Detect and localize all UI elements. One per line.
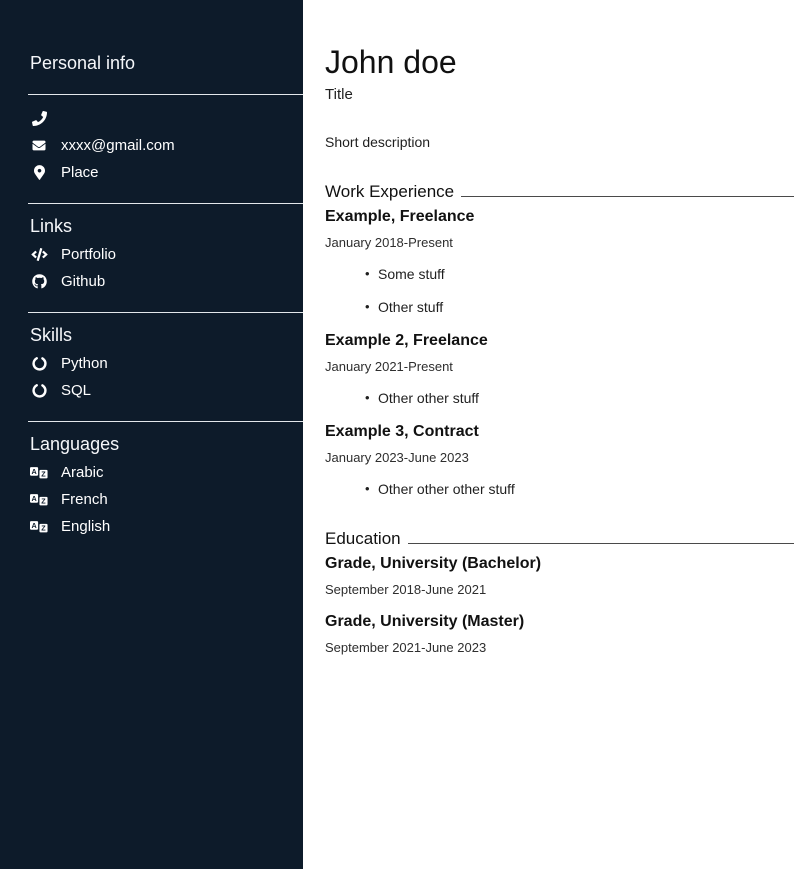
sidebar-item-label: xxxx@gmail.com xyxy=(61,132,175,159)
sidebar-heading-personal-info: Personal info xyxy=(30,53,303,74)
languages-group: AZ Arabic AZ French AZ English xyxy=(0,459,303,540)
svg-text:A: A xyxy=(31,520,36,529)
sidebar-item-portfolio[interactable]: Portfolio xyxy=(30,241,303,268)
entry-title: Example 3, Contract xyxy=(325,423,794,441)
section-heading-label: Work Experience xyxy=(325,182,454,202)
sidebar-heading-languages: Languages xyxy=(30,434,303,455)
language-icon: AZ xyxy=(30,492,48,508)
svg-text:Z: Z xyxy=(41,523,46,532)
sidebar-item-label: Arabic xyxy=(61,459,104,486)
sidebar-item-label: Github xyxy=(61,268,105,295)
sidebar-item-label: Python xyxy=(61,350,108,377)
sidebar-item-label: English xyxy=(61,513,110,540)
svg-text:Z: Z xyxy=(41,496,46,505)
entry-title: Example, Freelance xyxy=(325,208,794,226)
language-icon: AZ xyxy=(30,465,48,481)
sidebar-item-language-arabic: AZ Arabic xyxy=(30,459,303,486)
phone-icon xyxy=(30,111,48,127)
entry-title: Grade, University (Master) xyxy=(325,613,794,631)
short-description: Short description xyxy=(325,134,794,150)
entry-dates: January 2018-Present xyxy=(325,235,794,250)
entry-dates: September 2018-June 2021 xyxy=(325,582,794,597)
work-entry: Example 3, Contract January 2023-June 20… xyxy=(325,423,794,497)
links-group: Portfolio Github xyxy=(0,241,303,295)
sidebar-item-label: Portfolio xyxy=(61,241,116,268)
section-heading-education: Education xyxy=(325,529,794,549)
sidebar-item-label: Place xyxy=(61,159,99,186)
person-title: Title xyxy=(325,86,794,104)
code-icon xyxy=(30,247,48,263)
entry-dates: January 2023-June 2023 xyxy=(325,450,794,465)
work-entry: Example 2, Freelance January 2021-Presen… xyxy=(325,332,794,406)
sidebar-divider xyxy=(28,94,303,95)
entry-title: Example 2, Freelance xyxy=(325,332,794,350)
section-rule xyxy=(408,543,794,544)
education-section: Grade, University (Bachelor) September 2… xyxy=(325,555,794,655)
sidebar-heading-skills: Skills xyxy=(30,325,303,346)
education-entry: Grade, University (Master) September 202… xyxy=(325,613,794,655)
entry-dates: September 2021-June 2023 xyxy=(325,640,794,655)
sidebar-item-email[interactable]: xxxx@gmail.com xyxy=(30,132,303,159)
sidebar-divider xyxy=(28,421,303,422)
sidebar-heading-links: Links xyxy=(30,216,303,237)
sidebar: Personal info xxxx@gmail.com Place xyxy=(0,0,303,869)
sidebar-item-place: Place xyxy=(30,159,303,186)
person-name: John doe xyxy=(325,44,794,80)
envelope-icon xyxy=(30,138,48,154)
bullet-item: Other other other stuff xyxy=(365,481,794,497)
section-heading-work-experience: Work Experience xyxy=(325,182,794,202)
bullet-item: Some stuff xyxy=(365,266,794,282)
sidebar-item-language-french: AZ French xyxy=(30,486,303,513)
entry-bullets: Some stuff Other stuff xyxy=(325,266,794,315)
main-content: John doe Title Short description Work Ex… xyxy=(303,0,794,869)
work-entry: Example, Freelance January 2018-Present … xyxy=(325,208,794,315)
circle-notch-icon xyxy=(30,356,48,372)
circle-notch-icon xyxy=(30,383,48,399)
github-icon xyxy=(30,274,48,290)
entry-bullets: Other other other stuff xyxy=(325,481,794,497)
entry-title: Grade, University (Bachelor) xyxy=(325,555,794,573)
entry-bullets: Other other stuff xyxy=(325,390,794,406)
sidebar-item-github[interactable]: Github xyxy=(30,268,303,295)
section-heading-label: Education xyxy=(325,529,401,549)
language-icon: AZ xyxy=(30,519,48,535)
education-entry: Grade, University (Bachelor) September 2… xyxy=(325,555,794,597)
sidebar-item-phone xyxy=(30,105,303,132)
skills-group: Python SQL xyxy=(0,350,303,404)
sidebar-divider xyxy=(28,312,303,313)
map-marker-icon xyxy=(30,165,48,181)
sidebar-item-skill-python: Python xyxy=(30,350,303,377)
sidebar-item-label: SQL xyxy=(61,377,91,404)
bullet-item: Other stuff xyxy=(365,299,794,315)
svg-text:Z: Z xyxy=(41,469,46,478)
svg-text:A: A xyxy=(31,466,36,475)
work-experience-section: Example, Freelance January 2018-Present … xyxy=(325,208,794,497)
sidebar-item-language-english: AZ English xyxy=(30,513,303,540)
sidebar-item-label: French xyxy=(61,486,108,513)
section-rule xyxy=(461,196,794,197)
entry-dates: January 2021-Present xyxy=(325,359,794,374)
sidebar-item-skill-sql: SQL xyxy=(30,377,303,404)
bullet-item: Other other stuff xyxy=(365,390,794,406)
svg-text:A: A xyxy=(31,493,36,502)
resume-page: Personal info xxxx@gmail.com Place xyxy=(0,0,794,869)
sidebar-divider xyxy=(28,203,303,204)
personal-info-group: xxxx@gmail.com Place xyxy=(0,105,303,186)
